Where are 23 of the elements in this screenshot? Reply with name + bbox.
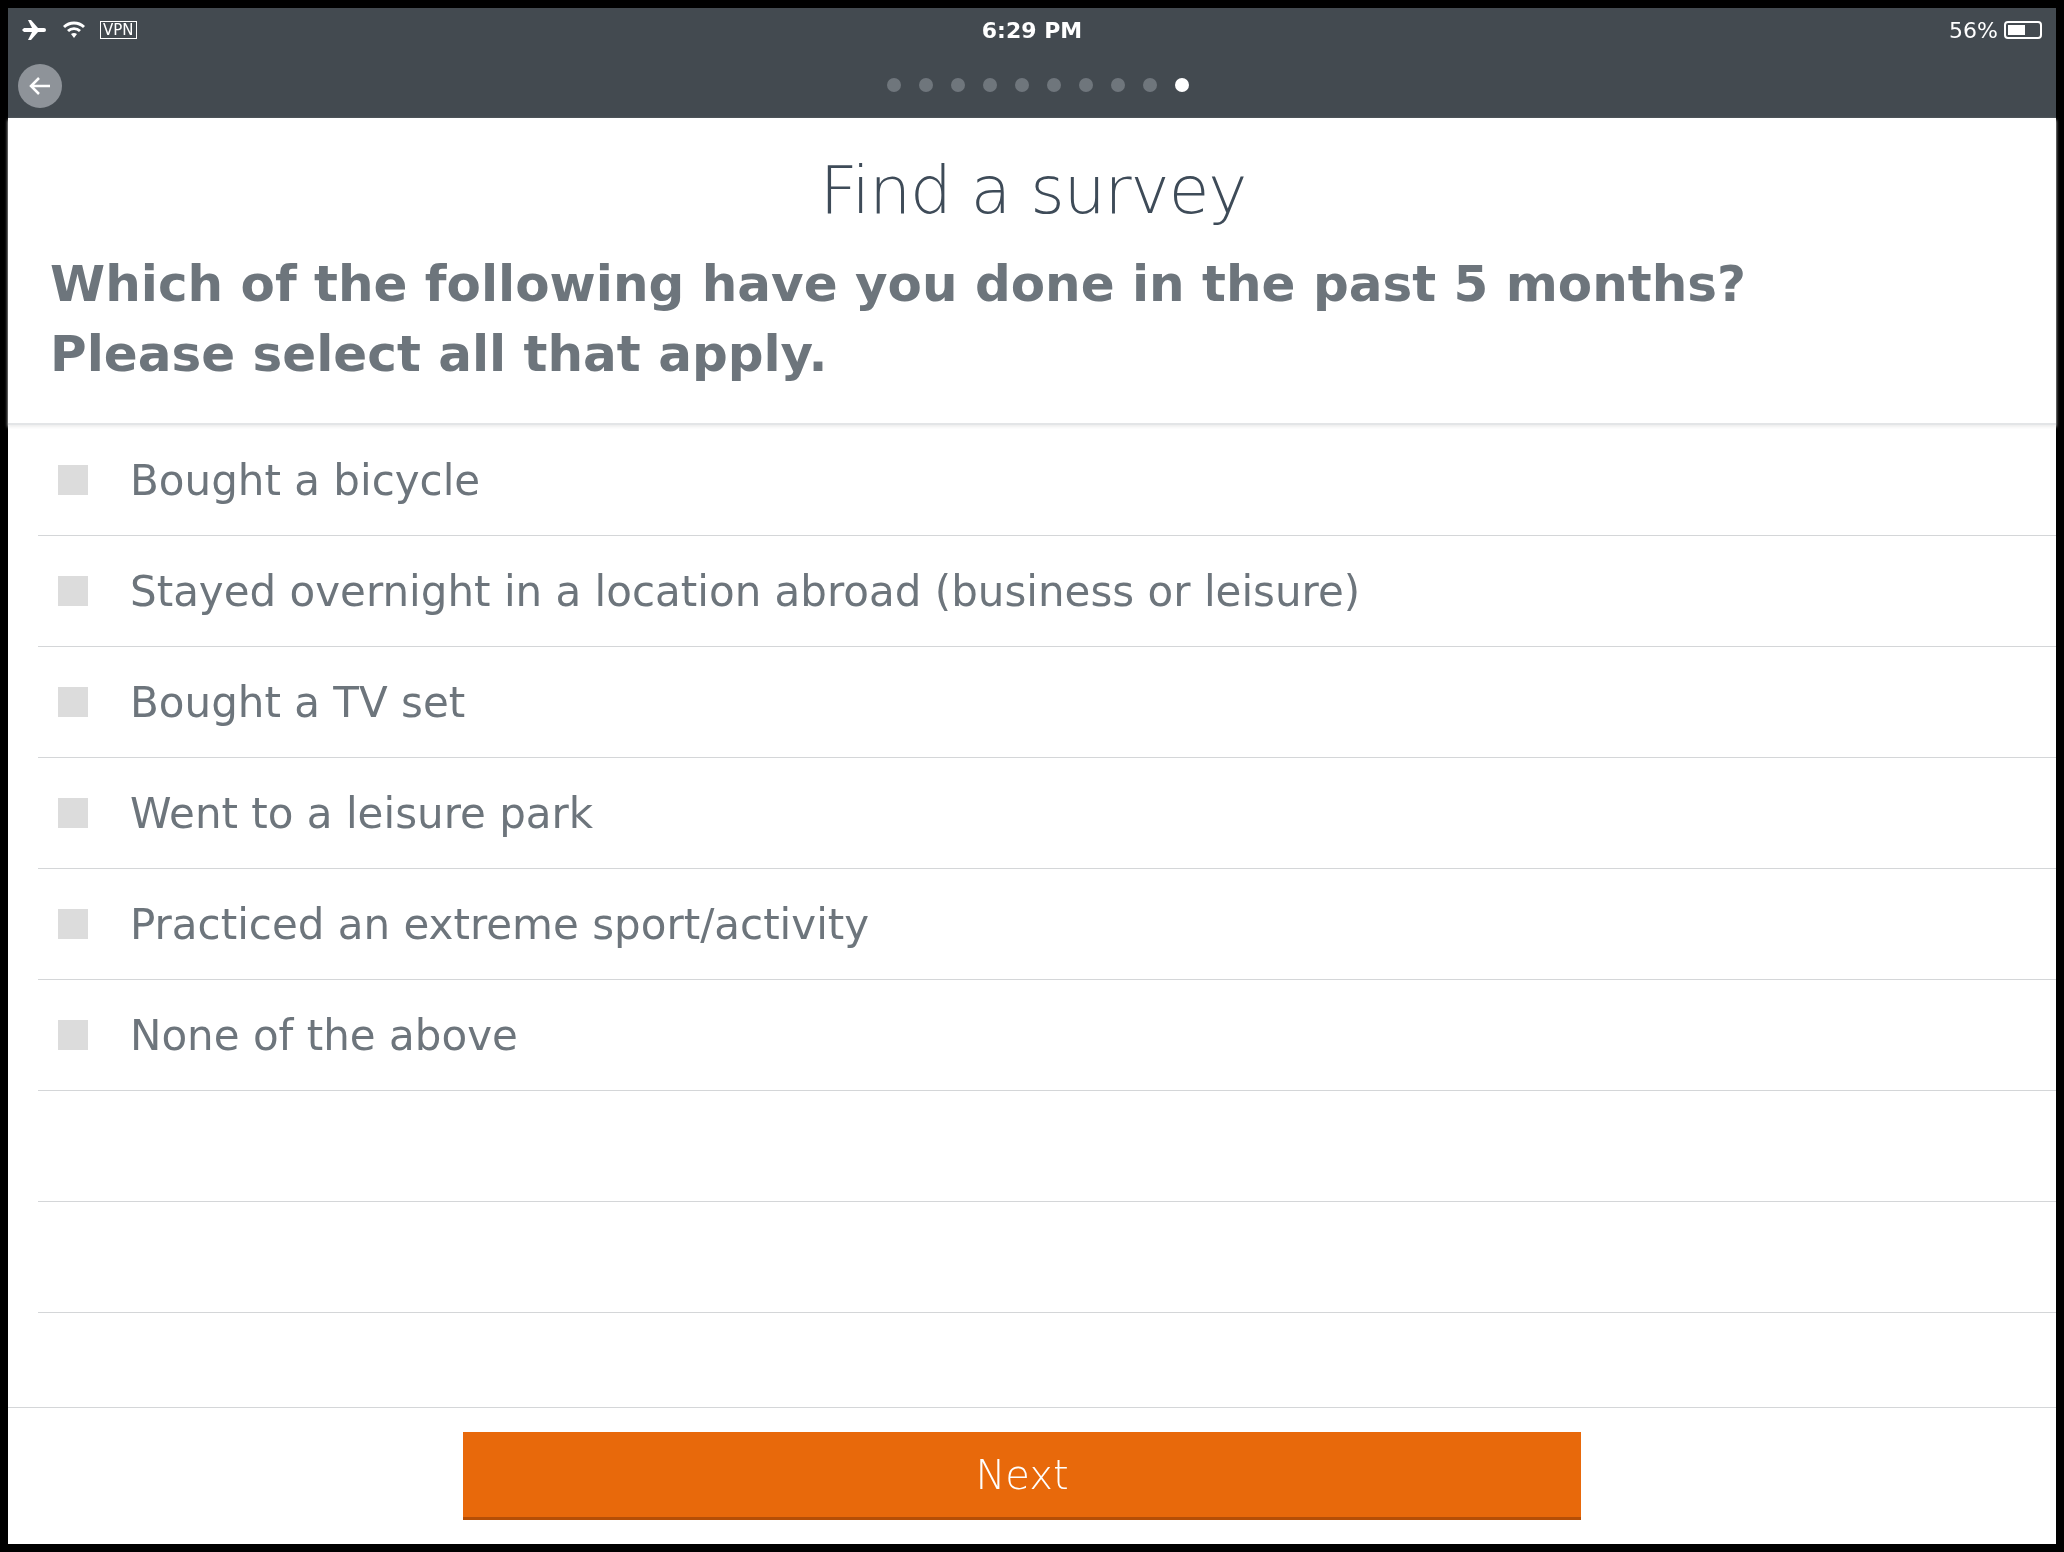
checkbox[interactable] [58,465,88,495]
page-title: Find a survey [818,152,1248,229]
checkbox[interactable] [58,798,88,828]
airplane-icon [22,19,48,41]
status-time: 6:29 PM [981,17,1083,43]
checkbox[interactable] [58,909,88,939]
option-label: None of the above [130,1010,518,1060]
question-text: Which of the following have you done in the past 5 months? Please select all that apply. [50,254,1748,385]
next-button[interactable]: Next [463,1432,1581,1520]
option-label: Bought a bicycle [130,455,481,505]
option-label: Bought a TV set [130,677,466,727]
back-button[interactable] [18,64,62,108]
option-label: Stayed overnight in a location abroad (business or leisure) [130,566,1361,616]
battery-icon [2004,21,2042,39]
checkbox[interactable] [58,1020,88,1050]
wifi-icon [62,21,86,39]
option-label: Practiced an extreme sport/activity [130,899,870,949]
option-label: Went to a leisure park [130,788,594,838]
checkbox[interactable] [58,576,88,606]
vpn-indicator: VPN [100,21,137,39]
checkbox[interactable] [58,687,88,717]
back-arrow-icon [28,76,52,96]
battery-percentage: 56% [1949,17,1998,43]
